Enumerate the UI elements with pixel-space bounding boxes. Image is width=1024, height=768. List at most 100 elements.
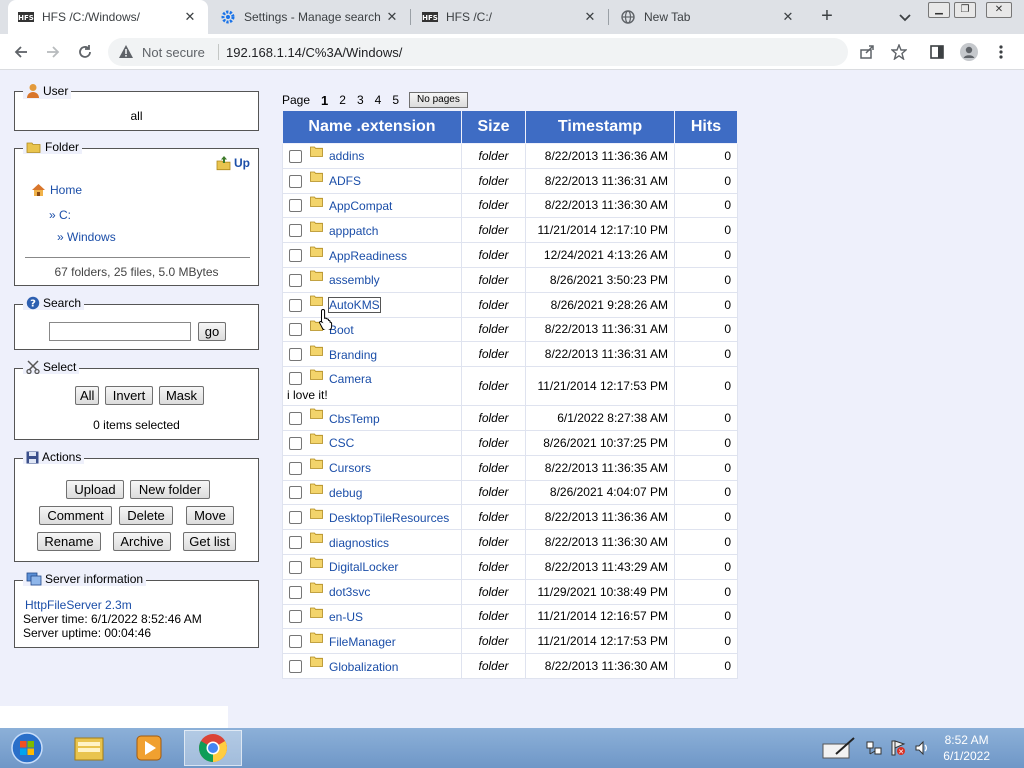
row-checkbox[interactable] (289, 411, 302, 425)
chevron-down-icon[interactable] (896, 8, 914, 26)
column-header-hits[interactable]: Hits (674, 110, 738, 144)
delete-button[interactable]: Delete (119, 506, 173, 525)
path-link-c[interactable]: » C: (49, 208, 71, 222)
upload-button[interactable]: Upload (66, 480, 124, 499)
row-checkbox[interactable] (289, 348, 302, 362)
close-window-button[interactable]: ✕ (986, 2, 1012, 18)
file-link[interactable]: Globalization (329, 659, 398, 673)
address-bar[interactable]: Not secure 192.168.1.14/C%3A/Windows/ (108, 38, 848, 66)
row-checkbox[interactable] (289, 174, 302, 188)
table-row[interactable]: Cursors folder 8/22/2013 11:36:35 AM 0 (282, 454, 738, 481)
table-row[interactable]: ADFS folder 8/22/2013 11:36:31 AM 0 (282, 167, 738, 194)
file-link[interactable]: ADFS (329, 174, 361, 188)
comment-button[interactable]: Comment (39, 506, 112, 525)
no-pages-button[interactable]: No pages (409, 92, 468, 108)
row-checkbox[interactable] (289, 298, 302, 312)
table-row[interactable]: Globalization folder 8/22/2013 11:36:30 AM… (282, 653, 738, 679)
restore-button[interactable]: ❐ (954, 2, 976, 18)
rename-button[interactable]: Rename (37, 532, 101, 551)
profile-icon[interactable] (958, 41, 980, 63)
table-row[interactable]: Branding folder 8/22/2013 11:36:31 AM 0 (282, 341, 738, 368)
url-text[interactable]: 192.168.1.14/C%3A/Windows/ (226, 45, 402, 60)
file-link[interactable]: assembly (329, 273, 380, 287)
table-row[interactable]: assembly folder 8/26/2021 3:50:23 PM 0 (282, 266, 738, 293)
file-link[interactable]: en-US (329, 610, 363, 624)
go-button[interactable]: go (198, 322, 226, 341)
table-row[interactable]: CSC folder 8/26/2021 10:37:25 PM 0 (282, 429, 738, 456)
file-link[interactable]: AutoKMS (328, 297, 381, 314)
row-checkbox[interactable] (289, 511, 302, 525)
home-link[interactable]: Home (31, 183, 82, 197)
table-row[interactable]: AppCompat folder 8/22/2013 11:36:30 AM 0 (282, 192, 738, 219)
volume-icon[interactable] (914, 740, 930, 759)
pen-tablet-icon[interactable] (822, 736, 856, 763)
up-label[interactable]: Up (234, 156, 250, 170)
file-link[interactable]: addins (329, 149, 364, 163)
reload-button[interactable] (74, 41, 96, 63)
row-checkbox[interactable] (289, 149, 302, 163)
mask-button[interactable]: Mask (159, 386, 204, 405)
network-icon[interactable] (866, 740, 882, 759)
back-button[interactable] (10, 41, 32, 63)
row-checkbox[interactable] (289, 273, 302, 287)
warning-icon[interactable] (118, 44, 134, 62)
tab-new-tab[interactable]: New Tab ✕ (610, 0, 806, 34)
column-header-timestamp[interactable]: Timestamp (525, 110, 675, 144)
file-link[interactable]: debug (329, 486, 362, 500)
row-checkbox[interactable] (289, 659, 302, 673)
tab-settings[interactable]: Settings - Manage search ✕ (210, 0, 410, 34)
path-link-windows[interactable]: » Windows (57, 230, 116, 244)
action-center-icon[interactable]: ✕ (890, 740, 906, 759)
table-row[interactable]: AppReadiness folder 12/24/2021 4:13:26 AM 0 (282, 242, 738, 268)
row-checkbox[interactable] (289, 323, 302, 337)
close-icon[interactable]: ✕ (384, 9, 400, 25)
row-checkbox[interactable] (289, 585, 302, 599)
select-all-button[interactable]: All (75, 386, 99, 405)
minimize-button[interactable]: ▁ (928, 2, 950, 18)
star-icon[interactable] (888, 41, 910, 63)
page-link-5[interactable]: 5 (392, 93, 399, 107)
table-row[interactable]: DigitalLocker folder 8/22/2013 11:43:29 AM… (282, 553, 738, 580)
up-link[interactable]: Up (216, 155, 250, 171)
table-row[interactable]: diagnostics folder 8/22/2013 11:36:30 AM 0 (282, 529, 738, 555)
table-row[interactable]: Camera i love it! folder 11/21/2014 12:17:5… (282, 366, 738, 407)
side-panel-icon[interactable] (926, 41, 948, 63)
row-checkbox[interactable] (289, 486, 302, 500)
table-row[interactable]: dot3svc folder 11/29/2021 10:38:49 PM 0 (282, 578, 738, 605)
row-checkbox[interactable] (289, 436, 302, 450)
table-row[interactable]: FileManager folder 11/21/2014 12:17:53 PM 0 (282, 628, 738, 655)
server-version-link[interactable]: HttpFileServer 2.3m (25, 598, 132, 612)
table-row[interactable]: debug folder 8/26/2021 4:04:07 PM 0 (282, 479, 738, 506)
file-link[interactable]: CSC (329, 436, 354, 450)
new-tab-button[interactable]: + (816, 6, 838, 28)
close-icon[interactable]: ✕ (780, 9, 796, 25)
row-checkbox[interactable] (289, 535, 302, 549)
file-link[interactable]: diagnostics (329, 535, 389, 549)
get-list-button[interactable]: Get list (183, 532, 236, 551)
file-link[interactable]: FileManager (329, 635, 396, 649)
taskbar-clock[interactable]: 8:52 AM 6/1/2022 (943, 732, 990, 764)
file-link[interactable]: dot3svc (329, 585, 370, 599)
chrome-icon[interactable] (184, 730, 242, 766)
search-input[interactable] (49, 322, 191, 341)
file-link[interactable]: DesktopTileResources (329, 511, 449, 525)
new-folder-button[interactable]: New folder (130, 480, 210, 499)
share-icon[interactable] (856, 41, 878, 63)
table-row[interactable]: addins folder 8/22/2013 11:36:36 AM 0 (282, 143, 738, 169)
security-label[interactable]: Not secure (142, 45, 205, 60)
tab-hfs-root[interactable]: HFS HFS /C:/ ✕ (412, 0, 608, 34)
table-row[interactable]: AutoKMS folder 8/26/2021 9:28:26 AM 0 (282, 291, 738, 318)
start-orb[interactable] (0, 730, 54, 766)
table-row[interactable]: Boot folder 8/22/2013 11:36:31 AM 0 (282, 316, 738, 343)
file-link[interactable]: Branding (329, 348, 377, 362)
column-header-size[interactable]: Size (461, 110, 526, 144)
file-explorer-icon[interactable] (62, 730, 116, 766)
row-checkbox[interactable] (289, 249, 302, 262)
close-icon[interactable]: ✕ (582, 9, 598, 25)
file-link[interactable]: DigitalLocker (329, 560, 398, 574)
row-checkbox[interactable] (289, 560, 302, 574)
table-row[interactable]: apppatch folder 11/21/2014 12:17:10 PM 0 (282, 217, 738, 244)
page-link-1[interactable]: 1 (321, 93, 328, 108)
file-link[interactable]: AppReadiness (329, 249, 407, 263)
table-row[interactable]: CbsTemp folder 6/1/2022 8:27:38 AM 0 (282, 405, 738, 431)
